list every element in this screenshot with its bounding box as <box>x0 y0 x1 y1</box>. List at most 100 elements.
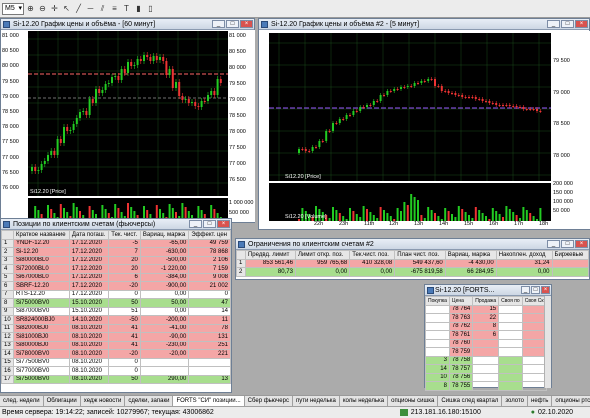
cursor-icon[interactable]: ↖ <box>61 3 72 15</box>
table-row[interactable]: 2 Si-12.20 17.12.2020 7 -630,00 78 868 <box>1 247 231 257</box>
table-row[interactable]: 1 853 561,46 959 765,68 410 328,08 549 437,6… <box>236 258 590 268</box>
orderbook-row[interactable]: 10 78 756 <box>425 372 547 382</box>
column-header[interactable]: Краткое название <box>12 230 70 240</box>
minimize-button[interactable]: _ <box>521 286 530 294</box>
chart-window-5min[interactable]: Si-12.20 График цены и объёма #2 - [5 ми… <box>258 18 590 230</box>
chart1-price-area[interactable]: Si12.20 [Price] <box>28 31 228 196</box>
minimize-button[interactable]: _ <box>547 20 560 28</box>
maximize-button[interactable]: □ <box>531 286 540 294</box>
workspace-tab[interactable]: FORTS "СИ" позиции... <box>173 396 245 406</box>
orderbook-row[interactable]: 78 764 15 <box>425 304 547 314</box>
column-header[interactable]: Своя по <box>498 296 523 306</box>
fibo-tool-icon[interactable]: ≡ <box>109 3 120 15</box>
close-button[interactable]: × <box>575 20 588 28</box>
column-header[interactable]: Лимит откр. поз. <box>294 250 351 260</box>
table-row[interactable]: 16 Si77000BV0 08.10.2020 0 <box>1 366 231 376</box>
chart1-titlebar[interactable]: Si-12.20 График цены и объёма - [60 мину… <box>1 19 254 30</box>
orderbook-titlebar[interactable]: Si-12.20 [FORTS... _ □ × <box>425 285 551 296</box>
close-button[interactable]: × <box>217 220 230 228</box>
column-header[interactable]: Накоплен. доход <box>495 250 553 260</box>
candle-chart-icon[interactable]: ▯ <box>145 3 156 15</box>
timeframe-select[interactable]: M5 <box>2 2 24 15</box>
chart2-titlebar[interactable]: Si-12.20 График цены и объёма #2 - [5 ми… <box>259 19 589 30</box>
column-header[interactable]: Своя Ск <box>521 296 547 306</box>
positions-window[interactable]: Позиции по клиентским счетам (фьючерсы) … <box>0 218 232 393</box>
bar-chart-icon[interactable]: ▮ <box>133 3 144 15</box>
line-tool-icon[interactable]: ╱ <box>73 3 84 15</box>
table-row[interactable]: 10 SR824000BJ0 14.10.2020 -50 -200,00 11 <box>1 315 231 325</box>
orderbook-row[interactable]: 78 760 <box>425 338 547 348</box>
table-row[interactable]: 3 Si80000BL0 17.12.2020 20 -500,00 2 106 <box>1 255 231 265</box>
workspace-tab[interactable]: пути неделька <box>293 396 340 406</box>
minimize-button[interactable]: _ <box>547 240 560 248</box>
column-header[interactable]: Биржевые <box>551 250 590 260</box>
table-row[interactable]: 11 Si82000BJ0 08.10.2020 41 -41,00 78 <box>1 323 231 333</box>
close-button[interactable]: × <box>575 240 588 248</box>
zoom-in-icon[interactable]: ⊕ <box>25 3 36 15</box>
orderbook-row[interactable]: 78 761 6 <box>425 330 547 340</box>
column-header[interactable]: Дата погаш. <box>68 230 110 240</box>
zoom-out-icon[interactable]: ⊖ <box>37 3 48 15</box>
orderbook-scrollbar[interactable] <box>544 296 551 388</box>
maximize-button[interactable]: □ <box>561 240 574 248</box>
limits-window[interactable]: Ограничения по клиентским счетам #2 _ □ × … <box>235 238 590 280</box>
minimize-button[interactable]: _ <box>189 220 202 228</box>
table-row[interactable]: 8 Si75000BV0 15.10.2020 50 50,00 47 <box>1 298 231 308</box>
close-button[interactable]: × <box>541 286 550 294</box>
orderbook-row[interactable]: 78 759 <box>425 347 547 357</box>
orderbook-window[interactable]: Si-12.20 [FORTS... _ □ × Покупка Цена Продаж… <box>424 284 552 391</box>
chart-window-60min[interactable]: Si-12.20 График цены и объёма - [60 мину… <box>0 18 255 223</box>
workspace-tab[interactable]: Облигации <box>44 396 81 406</box>
workspace-tab[interactable]: след. недели <box>0 396 44 406</box>
chart2-volume-area[interactable]: Si12.20 [Volume] <box>269 183 551 221</box>
column-header[interactable]: Вариац. маржа <box>139 230 190 240</box>
orderbook-row[interactable]: 8 78 755 <box>425 381 547 391</box>
table-row[interactable]: 12 Si81000BJ0 08.10.2020 41 -90,00 131 <box>1 332 231 342</box>
crosshair-icon[interactable]: ✛ <box>49 3 60 15</box>
workspace-tab[interactable]: хедж новости <box>81 396 126 406</box>
column-header[interactable]: Покупка <box>425 296 450 306</box>
close-button[interactable]: × <box>240 20 253 28</box>
maximize-button[interactable]: □ <box>226 20 239 28</box>
table-row[interactable]: 13 Si80000BJ0 08.10.2020 41 -230,00 251 <box>1 340 231 350</box>
maximize-button[interactable]: □ <box>561 20 574 28</box>
column-header[interactable]: Предвд. лимит <box>244 250 296 260</box>
column-header[interactable]: Продажа <box>472 296 500 306</box>
table-row[interactable]: 6 SBRF-12.20 17.12.2020 -20 -900,00 21 002 <box>1 281 231 291</box>
table-row[interactable]: 9 Si87000BV0 15.10.2020 51 0,00 14 <box>1 306 231 316</box>
table-row[interactable]: 14 Si78000BV0 08.10.2020 -20 -20,00 221 <box>1 349 231 359</box>
workspace-tab[interactable]: колы неделька <box>340 396 389 406</box>
column-header[interactable]: План чист. поз. <box>394 250 446 260</box>
minimize-button[interactable]: _ <box>212 20 225 28</box>
workspace-tab[interactable]: нефть <box>528 396 553 406</box>
orderbook-row[interactable]: 14 78 757 <box>425 364 547 374</box>
workspace-tab[interactable]: золото <box>502 396 529 406</box>
workspace-tab[interactable]: Сишка след квартал <box>438 396 503 406</box>
column-header[interactable]: Вариац. маржа <box>444 250 497 260</box>
table-row[interactable]: 15 Si77500BV0 08.10.2020 0 <box>1 357 231 367</box>
maximize-button[interactable]: □ <box>203 220 216 228</box>
workspace-tab[interactable]: Сбер фьючерс <box>245 396 293 406</box>
chart2-price-area[interactable]: Si12.20 [Price] <box>269 33 551 181</box>
workspace-tab[interactable]: сделки, запаки <box>125 396 174 406</box>
column-header[interactable]: Тек.чист. поз. <box>349 250 396 260</box>
table-row[interactable]: 4 Si72000BL0 17.12.2020 20 -1 220,00 7 159 <box>1 264 231 274</box>
text-tool-icon[interactable]: T <box>121 3 132 15</box>
orderbook-row[interactable]: 3 78 758 <box>425 355 547 365</box>
column-header[interactable]: Тек. чист. <box>108 230 141 240</box>
table-row[interactable]: 7 RTS-12.20 17.12.2020 0 0,00 0 <box>1 289 231 299</box>
workspace-tab[interactable]: опционы сишка <box>388 396 439 406</box>
table-row[interactable]: 17 Si75000BV0 08.10.2020 50 290,00 13 <box>1 374 231 384</box>
column-header[interactable]: Цена <box>448 296 474 306</box>
table-row[interactable]: 1 YNDF-12.20 17.12.2020 -5 -65,00 49 759 <box>1 238 231 248</box>
table-row[interactable]: 5 Si67000BL0 17.12.2020 6 -384,00 9 008 <box>1 272 231 282</box>
column-header[interactable] <box>236 250 246 260</box>
orderbook-row[interactable]: 78 762 8 <box>425 321 547 331</box>
orderbook-row[interactable]: 78 763 22 <box>425 313 547 323</box>
column-header[interactable]: Эффект. цен <box>188 230 231 240</box>
table-row[interactable]: 2 80,73 0,00 0,00 -675 819,58 66 284,95 0,00 <box>236 267 590 277</box>
channel-tool-icon[interactable]: ⫽ <box>97 3 108 15</box>
positions-titlebar[interactable]: Позиции по клиентским счетам (фьючерсы) … <box>1 219 231 230</box>
workspace-tab[interactable]: опционы ртс <box>552 396 590 406</box>
limits-titlebar[interactable]: Ограничения по клиентским счетам #2 _ □ × <box>236 239 589 250</box>
